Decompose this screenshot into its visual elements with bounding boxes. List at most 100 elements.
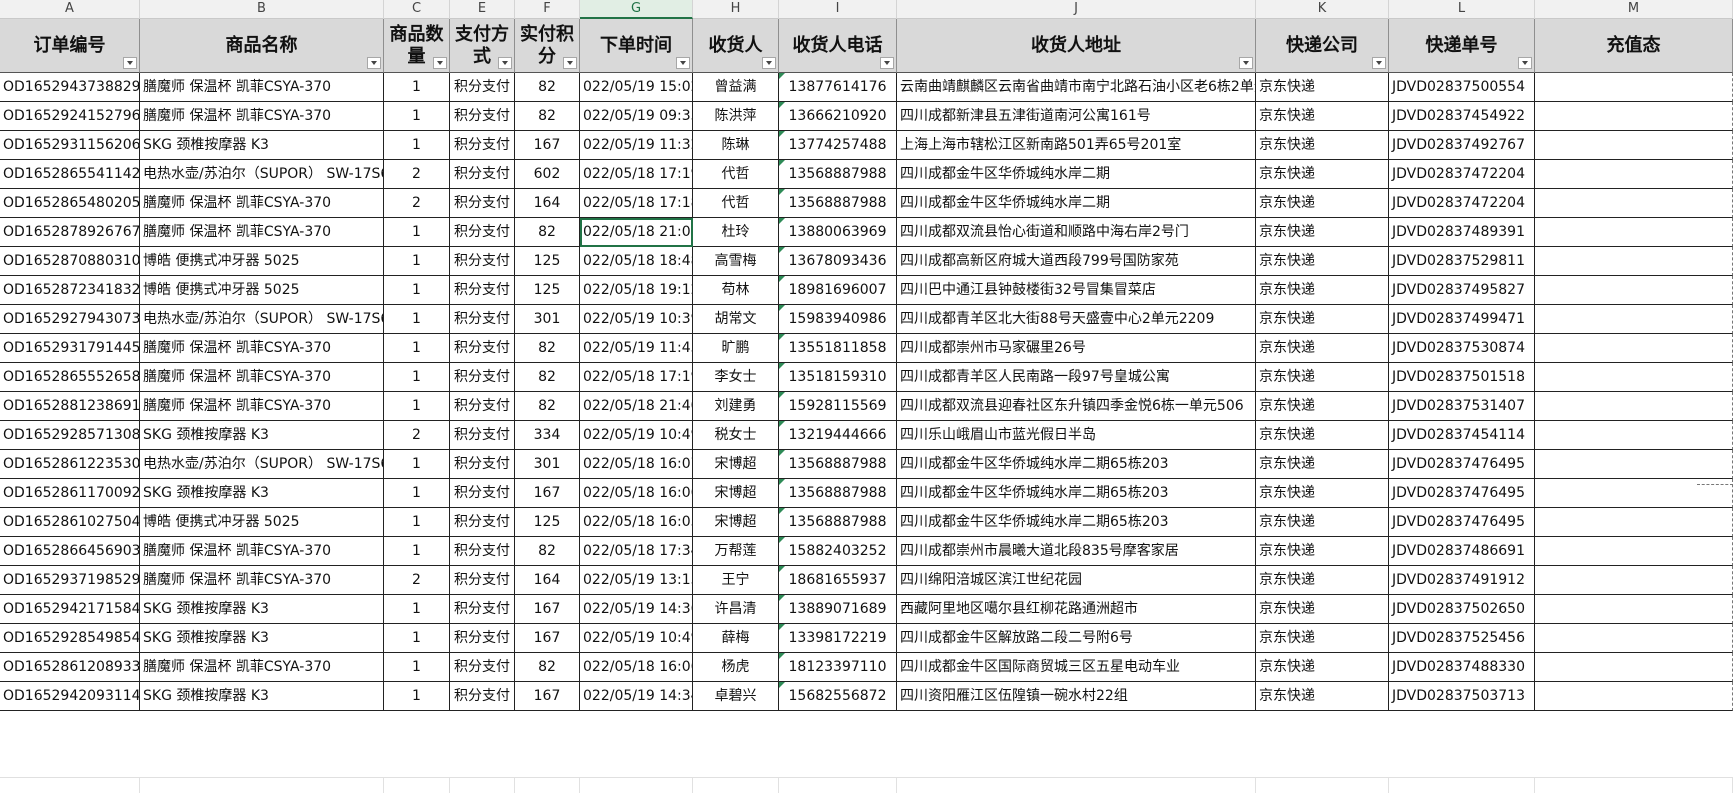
cell-e[interactable]: 积分支付 bbox=[450, 73, 515, 102]
header-cell-h[interactable]: 收货人 bbox=[693, 19, 779, 73]
cell-c[interactable]: 1 bbox=[384, 131, 450, 160]
cell-k[interactable]: 京东快递 bbox=[1256, 595, 1389, 624]
cell-g[interactable]: 022/05/19 13:13: bbox=[580, 566, 693, 595]
cell-b[interactable]: 膳魔师 保温杯 凯菲CSYA-370 bbox=[140, 218, 384, 247]
cell-j[interactable]: 四川成都金牛区国际商贸城三区五星电动车业 bbox=[897, 653, 1256, 682]
cell-i[interactable]: 13774257488 bbox=[779, 131, 897, 160]
cell-e[interactable]: 积分支付 bbox=[450, 682, 515, 711]
cell-a[interactable]: OD16528655526582 bbox=[0, 363, 140, 392]
cell-a[interactable]: OD16529421715845 bbox=[0, 595, 140, 624]
cell-i[interactable]: 13666210920 bbox=[779, 102, 897, 131]
cell-e[interactable]: 积分支付 bbox=[450, 566, 515, 595]
cell-h[interactable]: 许昌清 bbox=[693, 595, 779, 624]
header-cell-c[interactable]: 商品数量 bbox=[384, 19, 450, 73]
cell-k[interactable]: 京东快递 bbox=[1256, 334, 1389, 363]
header-cell-j[interactable]: 收货人地址 bbox=[897, 19, 1256, 73]
cell-l[interactable]: JDVD02837454114 bbox=[1389, 421, 1535, 450]
cell-f[interactable]: 82 bbox=[515, 537, 580, 566]
cell-b[interactable]: SKG 颈椎按摩器 K3 bbox=[140, 595, 384, 624]
cell-f[interactable]: 167 bbox=[515, 479, 580, 508]
cell-a[interactable]: OD16528723418324 bbox=[0, 276, 140, 305]
cell-a[interactable]: OD16528664569039 bbox=[0, 537, 140, 566]
cell-c[interactable]: 1 bbox=[384, 624, 450, 653]
cell-k[interactable]: 京东快递 bbox=[1256, 682, 1389, 711]
cell-c[interactable]: 1 bbox=[384, 450, 450, 479]
cell-c[interactable]: 2 bbox=[384, 189, 450, 218]
cell-j[interactable]: 四川巴中通江县钟鼓楼街32号冒集冒菜店 bbox=[897, 276, 1256, 305]
cell-m[interactable] bbox=[1535, 595, 1733, 624]
cell-j[interactable]: 四川成都双流县怡心街道和顺路中海右岸2号门 bbox=[897, 218, 1256, 247]
cell-a[interactable]: OD16529317914452 bbox=[0, 334, 140, 363]
cell-b[interactable]: 博皓 便携式冲牙器 5025 bbox=[140, 508, 384, 537]
cell-j[interactable]: 四川绵阳涪城区滨江世纪花园 bbox=[897, 566, 1256, 595]
column-letter-g[interactable]: G bbox=[580, 0, 693, 19]
cell-m[interactable] bbox=[1535, 450, 1733, 479]
cell-h[interactable]: 代哲 bbox=[693, 189, 779, 218]
header-cell-f[interactable]: 实付积分 bbox=[515, 19, 580, 73]
cell-e[interactable]: 积分支付 bbox=[450, 160, 515, 189]
cell-a[interactable]: OD16529371985296 bbox=[0, 566, 140, 595]
cell-k[interactable]: 京东快递 bbox=[1256, 131, 1389, 160]
cell-c[interactable]: 1 bbox=[384, 595, 450, 624]
header-cell-e[interactable]: 支付方式 bbox=[450, 19, 515, 73]
cell-k[interactable]: 京东快递 bbox=[1256, 73, 1389, 102]
cell-m[interactable] bbox=[1535, 508, 1733, 537]
cell-h[interactable]: 宋博超 bbox=[693, 508, 779, 537]
cell-k[interactable]: 京东快递 bbox=[1256, 479, 1389, 508]
cell-h[interactable]: 万帮莲 bbox=[693, 537, 779, 566]
cell-g[interactable]: 022/05/18 16:07: bbox=[580, 450, 693, 479]
column-letter-c[interactable]: C bbox=[384, 0, 450, 19]
cell-a[interactable]: OD16528708803104 bbox=[0, 247, 140, 276]
cell-b[interactable]: 电热水壶/苏泊尔（SUPOR） SW-17S62A bbox=[140, 450, 384, 479]
cell-h[interactable]: 薛梅 bbox=[693, 624, 779, 653]
cell-l[interactable]: JDVD02837491912 bbox=[1389, 566, 1535, 595]
cell-f[interactable]: 82 bbox=[515, 653, 580, 682]
cell-g[interactable]: 022/05/19 15:02: bbox=[580, 73, 693, 102]
cell-e[interactable]: 积分支付 bbox=[450, 247, 515, 276]
cell-k[interactable]: 京东快递 bbox=[1256, 160, 1389, 189]
cell-k[interactable]: 京东快递 bbox=[1256, 392, 1389, 421]
filter-dropdown-icon[interactable] bbox=[367, 57, 381, 69]
cell-i[interactable]: 15983940986 bbox=[779, 305, 897, 334]
cell-e[interactable]: 积分支付 bbox=[450, 363, 515, 392]
cell-f[interactable]: 167 bbox=[515, 682, 580, 711]
cell-l[interactable]: JDVD02837530874 bbox=[1389, 334, 1535, 363]
cell-l[interactable]: JDVD02837472204 bbox=[1389, 189, 1535, 218]
cell-g[interactable]: 022/05/19 11:43: bbox=[580, 334, 693, 363]
cell-m[interactable] bbox=[1535, 392, 1733, 421]
cell-k[interactable]: 京东快递 bbox=[1256, 247, 1389, 276]
cell-b[interactable]: 膳魔师 保温杯 凯菲CSYA-370 bbox=[140, 566, 384, 595]
cell-l[interactable]: JDVD02837492767 bbox=[1389, 131, 1535, 160]
cell-l[interactable]: JDVD02837486691 bbox=[1389, 537, 1535, 566]
cell-c[interactable]: 1 bbox=[384, 247, 450, 276]
column-letter-k[interactable]: K bbox=[1256, 0, 1389, 19]
empty-row[interactable] bbox=[0, 777, 1733, 793]
header-cell-i[interactable]: 收货人电话 bbox=[779, 19, 897, 73]
cell-h[interactable]: 代哲 bbox=[693, 160, 779, 189]
cell-h[interactable]: 王宁 bbox=[693, 566, 779, 595]
cell-g[interactable]: 022/05/19 10:39: bbox=[580, 305, 693, 334]
cell-b[interactable]: SKG 颈椎按摩器 K3 bbox=[140, 421, 384, 450]
cell-i[interactable]: 15882403252 bbox=[779, 537, 897, 566]
cell-i[interactable]: 13678093436 bbox=[779, 247, 897, 276]
empty-cell[interactable] bbox=[384, 778, 450, 793]
cell-b[interactable]: 博皓 便携式冲牙器 5025 bbox=[140, 276, 384, 305]
filter-dropdown-icon[interactable] bbox=[762, 57, 776, 69]
cell-g[interactable]: 022/05/18 17:19: bbox=[580, 363, 693, 392]
cell-f[interactable]: 125 bbox=[515, 508, 580, 537]
cell-a[interactable]: OD16528812386919 bbox=[0, 392, 140, 421]
spreadsheet[interactable]: ABCEFGHIJKLM 订单编号 商品名称 商品数量 支付方式 实付积分 下单时间 收货人… bbox=[0, 0, 1733, 793]
cell-a[interactable]: OD16528612235300 bbox=[0, 450, 140, 479]
cell-c[interactable]: 1 bbox=[384, 363, 450, 392]
cell-j[interactable]: 四川成都崇州市晨曦大道北段835号摩客家居 bbox=[897, 537, 1256, 566]
cell-g[interactable]: 022/05/18 17:34: bbox=[580, 537, 693, 566]
cell-k[interactable]: 京东快递 bbox=[1256, 653, 1389, 682]
cell-h[interactable]: 宋博超 bbox=[693, 479, 779, 508]
cell-b[interactable]: 膳魔师 保温杯 凯菲CSYA-370 bbox=[140, 102, 384, 131]
cell-g[interactable]: 022/05/18 19:12: bbox=[580, 276, 693, 305]
cell-j[interactable]: 四川资阳雁江区伍隍镇一碗水村22组 bbox=[897, 682, 1256, 711]
empty-cell[interactable] bbox=[450, 778, 515, 793]
header-cell-m[interactable]: 充值态 bbox=[1535, 19, 1733, 73]
filter-dropdown-icon[interactable] bbox=[563, 57, 577, 69]
cell-l[interactable]: JDVD02837502650 bbox=[1389, 595, 1535, 624]
